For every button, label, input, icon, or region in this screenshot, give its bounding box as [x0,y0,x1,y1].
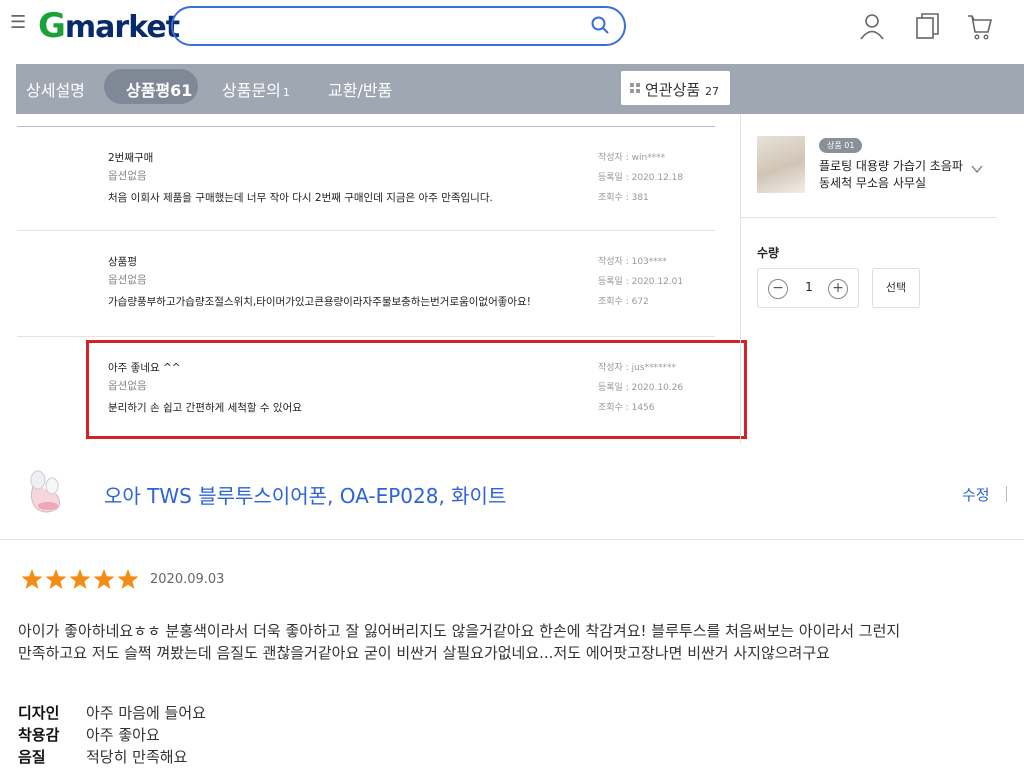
quantity-value[interactable]: 1 [802,280,816,294]
grid-icon [630,83,640,93]
star-rating [21,569,139,589]
divider [17,230,715,231]
review-body: 처음 이회사 제품을 구매했는데 너무 작아 다시 2번째 구매인데 지금은 아… [108,192,493,204]
product-tabbar: 상세설명 상품평61 상품문의 1 교환/반품 연관상품 27 [16,64,1024,114]
review-views: 조회수 : 381 [598,193,649,203]
review-option: 옵션없음 [108,274,147,286]
tab-detail[interactable]: 상세설명 [26,77,85,101]
review-date: 2020.09.03 [150,572,225,587]
cart-icon[interactable] [966,12,994,42]
logo-g: G [38,6,66,46]
review-title: 2번째구매 [108,152,154,164]
reviewed-product-link[interactable]: 오아 TWS 블루투스이어폰, OA-EP028, 화이트 [104,480,506,509]
star-icon [21,569,43,589]
tab-reviews[interactable]: 상품평61 [104,69,198,104]
tab-exchange-return[interactable]: 교환/반품 [328,77,392,101]
my-review-section: 오아 TWS 블루투스이어폰, OA-EP028, 화이트 수정 2020.09… [0,444,1024,783]
related-products-button[interactable]: 연관상품 27 [621,71,730,105]
review-body: 가습량풍부하고가습량조절스위치,타이머가있고큰용량이라자주물보충하는번거로움이없… [108,296,531,308]
highlight-box [86,340,747,439]
tab-label: 상세설명 [26,81,85,100]
hamburger-icon[interactable]: ☰ [10,14,26,32]
related-count: 27 [704,85,719,98]
review-date: 등록일 : 2020.12.01 [598,277,684,287]
logo-text: market [64,10,180,45]
review-text: 아이가 좋아하네요ㅎㅎ 분홍색이라서 더욱 좋아하고 잘 잃어버리지도 않을거같… [18,620,1018,664]
review-text-line: 아이가 좋아하네요ㅎㅎ 분홍색이라서 더욱 좋아하고 잘 잃어버리지도 않을거같… [18,622,901,640]
star-icon [45,569,67,589]
divider [17,336,715,337]
select-button[interactable]: 선택 [872,268,920,308]
review-title: 상품평 [108,256,137,268]
attribute-sound: 음질 적당히 만족해요 [18,746,187,767]
tab-label: 교환/반품 [328,81,393,100]
purchase-panel: 상품 01 플로팅 대용량 가습기 초음파 동세척 무소음 사무실 수량 − 1… [740,114,1024,444]
star-icon [117,569,139,589]
chevron-down-icon[interactable] [970,162,984,176]
tab-label: 상품평 [126,81,171,100]
review-list: 2번째구매 옵션없음 처음 이회사 제품을 구매했는데 너무 작아 다시 2번째… [0,114,747,444]
review-date: 등록일 : 2020.12.18 [598,173,684,183]
attribute-key: 음질 [18,748,46,766]
user-icon[interactable] [858,12,886,42]
attribute-value: 아주 마음에 들어요 [86,704,206,722]
attribute-fit: 착용감 아주 좋아요 [18,724,160,745]
attribute-key: 착용감 [18,726,60,744]
product-badge: 상품 01 [819,138,863,153]
tab-qna[interactable]: 상품문의 1 [222,77,290,101]
attribute-value: 아주 좋아요 [86,726,160,744]
tab-count: 61 [170,81,193,100]
divider [17,126,715,127]
search-input[interactable] [171,6,626,46]
review-option: 옵션없음 [108,170,147,182]
product-thumbnail [757,136,805,193]
related-label: 연관상품 [645,81,701,99]
plus-button[interactable]: + [828,279,848,299]
review-author: 작성자 : 103**** [598,257,667,267]
tab-count: 1 [282,86,290,99]
quantity-stepper: − 1 + [757,268,859,308]
tab-label: 상품문의 [222,81,281,100]
review-product-header: 오아 TWS 블루투스이어폰, OA-EP028, 화이트 수정 [0,444,1024,540]
minus-button[interactable]: − [768,279,788,299]
quantity-label: 수량 [757,246,780,260]
star-icon [93,569,115,589]
selected-product[interactable]: 상품 01 플로팅 대용량 가습기 초음파 동세척 무소음 사무실 [741,114,997,218]
review-author: 작성자 : win**** [598,153,666,163]
header: ☰ Gmarket [0,0,1024,56]
edit-review-button[interactable]: 수정 [962,484,990,505]
review-views: 조회수 : 672 [598,297,649,307]
attribute-design: 디자인 아주 마음에 들어요 [18,702,206,723]
star-icon [69,569,91,589]
gmarket-logo[interactable]: Gmarket [38,6,180,46]
attribute-value: 적당히 만족해요 [86,748,188,766]
product-name: 플로팅 대용량 가습기 초음파 동세척 무소음 사무실 [819,159,963,190]
recent-items-icon[interactable] [914,12,942,42]
attribute-key: 디자인 [18,704,60,722]
earbuds-product-image [30,470,61,513]
review-text-line: 만족하고요 저도 슬쩍 껴봤는데 음질도 괜찮을거같아요 굳이 비싼거 살필요가… [18,644,830,662]
separator [1006,486,1007,502]
search-icon[interactable] [590,15,610,35]
